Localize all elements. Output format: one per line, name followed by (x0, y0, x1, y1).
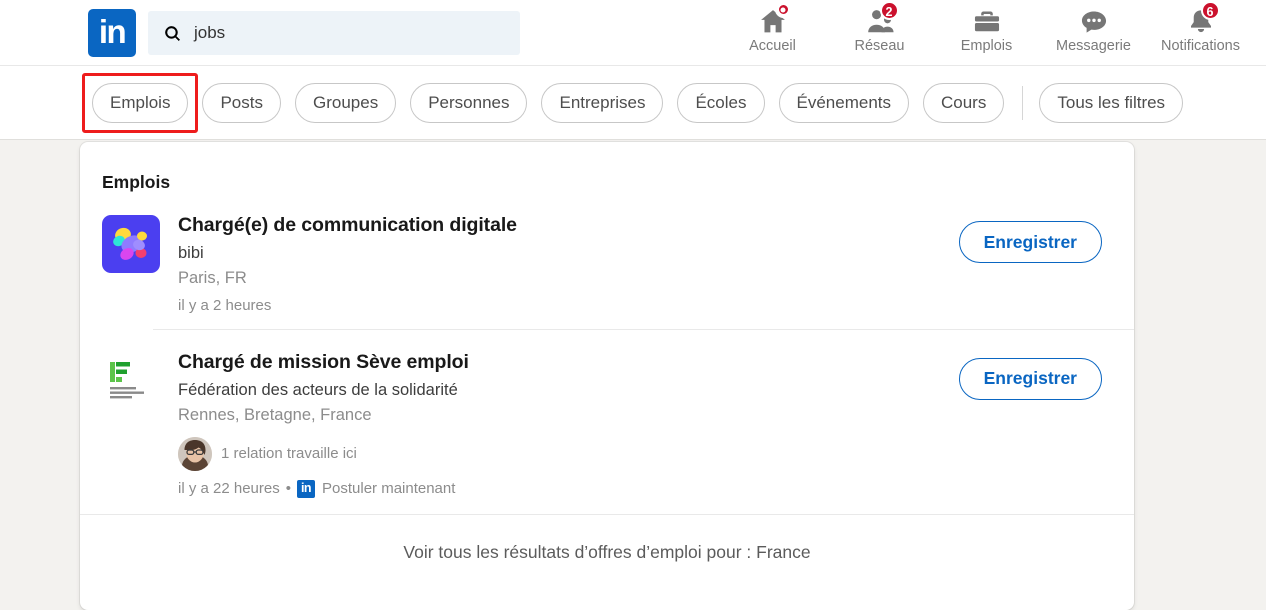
nav-label-emplois: Emplois (960, 38, 1013, 54)
job-company: bibi (178, 243, 204, 262)
nav-icon-wrap-accueil (759, 1, 792, 36)
job-location: Rennes, Bretagne, France (178, 405, 372, 424)
avatar-image (178, 436, 212, 471)
nav-item-accueil[interactable]: Accueil (719, 0, 826, 66)
nav-badge-accueil (774, 1, 792, 18)
message-icon (1081, 11, 1106, 33)
company-logo-bibi (102, 215, 160, 273)
primary-nav: Accueil 2 Réseau Emplois Messagerie 6 No… (719, 0, 1254, 66)
linkedin-easy-apply-icon: in (297, 479, 315, 498)
connection-avatar (178, 436, 212, 471)
nav-icon-wrap-messagerie (1080, 6, 1108, 36)
filter-divider (1022, 85, 1024, 120)
job-title[interactable]: Chargé de mission Sève emploi (178, 351, 959, 375)
nav-item-emplois[interactable]: Emplois (933, 0, 1040, 66)
job-company: Fédération des acteurs de la solidarité (178, 380, 458, 399)
search-input-value: jobs (194, 23, 226, 42)
save-job-button[interactable]: Enregistrer (958, 221, 1102, 263)
save-job-button[interactable]: Enregistrer (958, 357, 1102, 400)
search-icon (165, 25, 181, 41)
nav-icon-wrap-emplois (973, 6, 1001, 36)
filter-pill-posts[interactable]: Posts (202, 82, 281, 123)
job-details: Chargé de mission Sève emploi Fédération… (178, 350, 959, 498)
job-meta: il y a 22 heures • in Postuler maintenan… (178, 479, 959, 498)
briefcase-icon (974, 11, 999, 31)
linkedin-logo-text: in (98, 13, 127, 50)
linkedin-logo[interactable]: in (88, 9, 136, 57)
meta-separator: • (285, 480, 291, 498)
filter-pill-personnes[interactable]: Personnes (410, 82, 528, 123)
search-filter-bar: Emplois Posts Groupes Personnes Entrepri… (0, 66, 1266, 140)
results-section-title: Emplois (102, 172, 171, 192)
search-results-dropdown: Emplois Chargé(e) de communication digit… (80, 142, 1134, 610)
company-logo-federation (102, 351, 160, 410)
filter-pill-cours[interactable]: Cours (923, 82, 1005, 123)
connection-info: 1 relation travaille ici (178, 436, 959, 471)
see-all-results-link[interactable]: Voir tous les résultats d’offres d’emplo… (80, 513, 1134, 590)
job-details: Chargé(e) de communication digitale bibi… (178, 213, 959, 314)
job-location: Paris, FR (178, 268, 247, 287)
filter-pill-evenements[interactable]: Événements (778, 82, 909, 123)
nav-badge-notifications: 6 (1200, 1, 1220, 20)
filter-pill-wrap-emplois: Emplois (82, 72, 202, 133)
nav-icon-wrap-notifications: 6 (1187, 1, 1220, 36)
top-navigation-bar: in jobs Accueil 2 Réseau Emplois Message… (0, 0, 1266, 66)
job-posted-time: il y a 2 heures (178, 296, 272, 314)
connection-text: 1 relation travaille ici (221, 445, 357, 463)
job-posted-time: il y a 22 heures (178, 480, 280, 498)
bibi-logo-icon (102, 215, 160, 273)
nav-item-messagerie[interactable]: Messagerie (1040, 0, 1147, 66)
nav-label-reseau: Réseau (854, 38, 905, 54)
job-title[interactable]: Chargé(e) de communication digitale (178, 214, 959, 238)
nav-icon-wrap-reseau: 2 (866, 1, 899, 36)
search-input[interactable]: jobs (148, 11, 520, 55)
job-result-row[interactable]: Chargé(e) de communication digitale bibi… (80, 193, 1134, 330)
nav-badge-reseau: 2 (879, 1, 899, 20)
easy-apply-label: Postuler maintenant (322, 480, 456, 498)
job-result-row[interactable]: Chargé de mission Sève emploi Fédération… (80, 330, 1134, 514)
nav-label-notifications: Notifications (1161, 38, 1240, 54)
all-filters-button[interactable]: Tous les filtres (1039, 82, 1184, 123)
nav-item-notifications[interactable]: 6 Notifications (1147, 0, 1254, 66)
filter-pill-entreprises[interactable]: Entreprises (541, 82, 664, 123)
filter-pill-ecoles[interactable]: Écoles (677, 82, 765, 123)
job-meta: il y a 2 heures (178, 297, 959, 314)
filter-pill-groupes[interactable]: Groupes (295, 82, 397, 123)
nav-item-reseau[interactable]: 2 Réseau (826, 0, 933, 66)
filter-pill-emplois[interactable]: Emplois (92, 82, 189, 123)
nav-label-accueil: Accueil (749, 38, 796, 54)
federation-logo-icon (102, 351, 160, 410)
nav-label-messagerie: Messagerie (1056, 38, 1131, 54)
